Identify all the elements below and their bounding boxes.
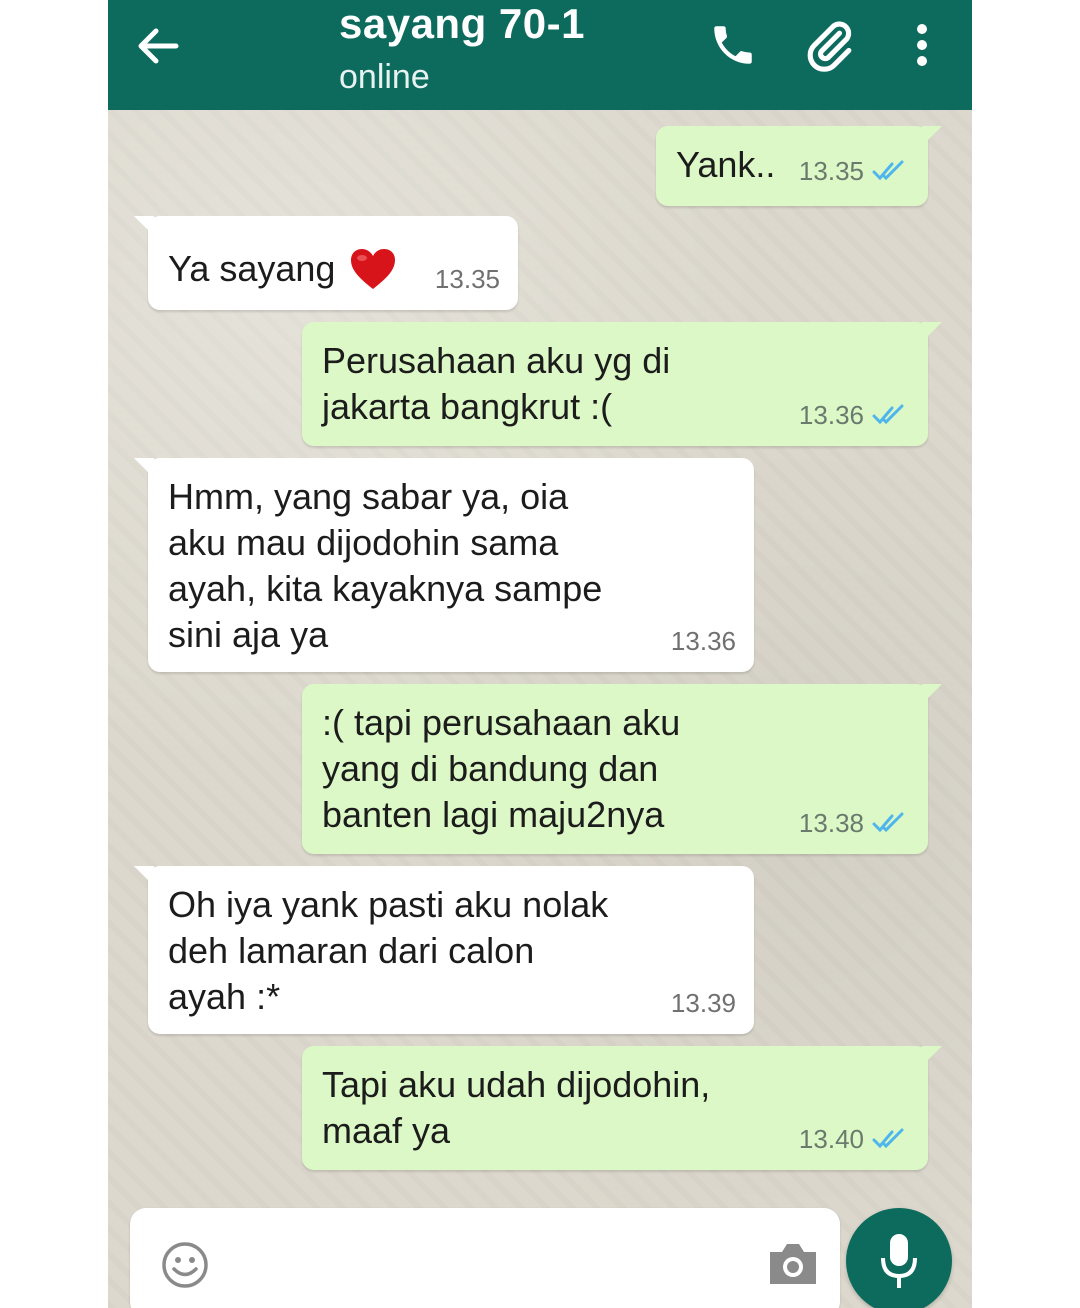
phone-icon[interactable]	[708, 20, 758, 70]
bubble-tail	[922, 126, 942, 146]
back-arrow-icon[interactable]	[136, 26, 180, 66]
message-meta: 13.40	[799, 1116, 910, 1162]
message-time: 13.40	[798, 1124, 864, 1154]
message-time: 13.35	[798, 156, 864, 186]
microphone-icon	[881, 1234, 917, 1288]
message-time: 13.38	[798, 808, 864, 838]
double-check-icon	[872, 160, 904, 181]
double-check-icon	[872, 1128, 904, 1149]
message-meta: 13.36	[671, 618, 736, 664]
message-meta: 13.35	[799, 148, 910, 194]
bubble-tail	[922, 684, 942, 704]
message-bubble-incoming[interactable]: Oh iya yank pasti aku nolak deh lamaran …	[134, 866, 754, 1034]
message-meta: 13.39	[671, 980, 736, 1026]
contact-status: online	[339, 58, 430, 96]
message-meta: 13.35	[435, 256, 500, 302]
message-meta: 13.36	[799, 392, 910, 438]
message-text: Hmm, yang sabar ya, oia aku mau dijodohi…	[168, 476, 603, 655]
more-vert-icon[interactable]	[912, 22, 932, 68]
camera-icon[interactable]	[766, 1238, 820, 1288]
chat-header: sayang 70-1 online	[108, 0, 972, 110]
bubble-tail	[134, 216, 154, 236]
message-bubble-outgoing[interactable]: Tapi aku udah dijodohin, maaf ya 13.40	[302, 1046, 942, 1170]
message-bubble-outgoing[interactable]: Perusahaan aku yg di jakarta bangkrut :(…	[302, 322, 942, 446]
message-text: Ya sayang	[168, 248, 336, 289]
bubble-tail	[134, 458, 154, 478]
chat-screen: sayang 70-1 online Yank.. 13.35 Ya sayan…	[108, 0, 972, 1308]
message-bubble-incoming[interactable]: Ya sayang 13.35	[134, 216, 518, 310]
contact-name[interactable]: sayang 70-1	[339, 0, 585, 48]
message-input[interactable]	[230, 1238, 754, 1292]
bubble-tail	[922, 322, 942, 342]
message-text: Perusahaan aku yg di jakarta bangkrut :(	[322, 340, 671, 427]
heart-emoji-icon	[351, 249, 396, 289]
double-check-icon	[872, 404, 904, 425]
message-time: 13.39	[670, 988, 736, 1018]
message-text: Yank..	[676, 144, 776, 185]
message-bubble-outgoing[interactable]: :( tapi perusahaan aku yang di bandung d…	[302, 684, 942, 854]
message-bubble-outgoing[interactable]: Yank.. 13.35	[656, 126, 942, 206]
double-check-icon	[872, 812, 904, 833]
message-time: 13.36	[670, 626, 736, 656]
bubble-tail	[134, 866, 154, 886]
message-text: Oh iya yank pasti aku nolak deh lamaran …	[168, 884, 609, 1017]
message-bubble-incoming[interactable]: Hmm, yang sabar ya, oia aku mau dijodohi…	[134, 458, 754, 672]
bubble-tail	[922, 1046, 942, 1066]
microphone-button[interactable]	[846, 1208, 952, 1308]
paperclip-icon[interactable]	[801, 18, 857, 74]
message-text: Tapi aku udah dijodohin, maaf ya	[322, 1064, 711, 1151]
emoji-icon[interactable]	[160, 1240, 210, 1290]
message-composer	[130, 1208, 840, 1308]
message-time: 13.35	[434, 264, 500, 294]
message-text-wrap: Ya sayang	[168, 246, 397, 292]
message-text: :( tapi perusahaan aku yang di bandung d…	[322, 702, 681, 835]
message-time: 13.36	[798, 400, 864, 430]
message-meta: 13.38	[799, 800, 910, 846]
